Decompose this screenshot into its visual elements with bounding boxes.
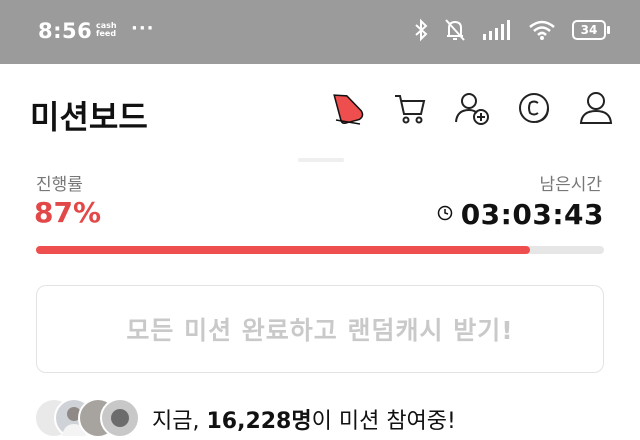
avatar <box>100 398 140 438</box>
participants-text: 지금, 16,228명이 미션 참여중! <box>152 403 456 435</box>
profile-icon[interactable] <box>578 90 614 126</box>
progress-bar <box>36 246 604 254</box>
battery-indicator: 34 <box>572 20 610 40</box>
progress-value: 87% <box>34 196 102 229</box>
shoe-icon[interactable] <box>330 90 366 126</box>
app-header: 미션보드 <box>0 64 640 156</box>
clock-icon <box>437 205 453 225</box>
participants-suffix: 이 미션 참여중! <box>311 409 456 434</box>
remaining-time: 03:03:43 <box>437 198 604 231</box>
more-notifications-icon: ··· <box>131 18 155 39</box>
claim-random-cash-button[interactable]: 모든 미션 완료하고 랜덤캐시 받기! <box>36 285 604 373</box>
remaining-time-label: 남은시간 <box>539 175 602 195</box>
signal-icon <box>482 20 512 40</box>
participants-count: 16,228명 <box>206 409 312 434</box>
participants-prefix: 지금, <box>152 409 207 434</box>
add-friend-icon[interactable] <box>454 90 490 126</box>
cashfeed-notification-icon: cash feed <box>96 21 117 38</box>
wifi-icon <box>528 20 556 40</box>
bluetooth-icon <box>414 18 428 42</box>
progress-label: 진행률 <box>36 175 83 195</box>
status-bar: 8:56 cash feed ··· 34 <box>0 0 640 64</box>
page-title: 미션보드 <box>30 98 148 136</box>
coin-icon[interactable] <box>516 90 552 126</box>
status-icons: 34 <box>414 18 610 42</box>
progress-bar-fill <box>36 246 531 254</box>
participant-avatars <box>34 398 144 438</box>
remaining-time-value: 03:03:43 <box>460 198 604 231</box>
silent-bell-icon <box>444 18 466 42</box>
header-actions <box>330 90 614 126</box>
status-time: 8:56 <box>38 19 93 43</box>
sheet-handle[interactable] <box>298 158 344 162</box>
cart-icon[interactable] <box>392 90 428 126</box>
